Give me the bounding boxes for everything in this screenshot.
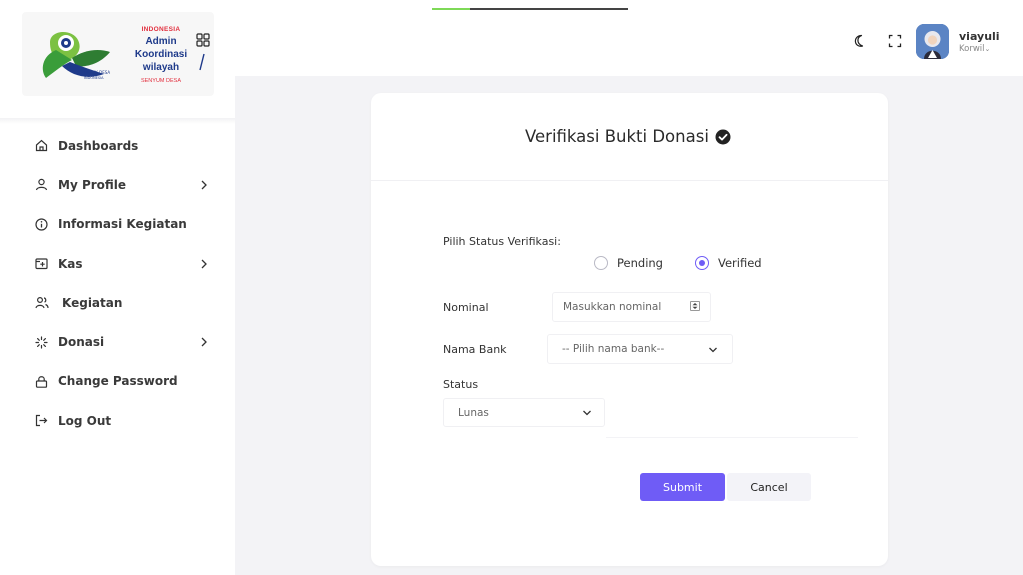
logo-title-admin: Admin [145,36,177,47]
card-divider [371,180,888,181]
chevron-right-icon [201,337,207,347]
status-value: Lunas [458,406,489,419]
sidebar-menu: Dashboards My Profile Informasi Kegiatan… [0,126,235,440]
submit-button[interactable]: Submit [640,473,725,501]
lock-icon [34,374,49,389]
info-icon [34,217,49,232]
slash-icon [199,53,205,71]
user-role[interactable]: Korwil⌄ [959,44,990,54]
card-title-wrap: Verifikasi Bukti Donasi [525,127,731,146]
chevron-down-icon [583,410,591,416]
user-name[interactable]: viayuli [959,30,1000,43]
sidebar-item-label: Dashboards [58,138,139,153]
sidebar-item-donasi[interactable]: Donasi [0,322,235,361]
chevron-right-icon [201,180,207,190]
moon-icon[interactable] [852,34,866,48]
radio-verified-circle[interactable] [695,256,709,270]
svg-text:INDONESIA: INDONESIA [84,76,104,80]
form-divider [606,437,858,438]
status-verification-label: Pilih Status Verifikasi: [443,235,561,248]
users-icon [34,295,49,310]
bank-label: Nama Bank [443,343,507,356]
sidebar-item-kegiatan[interactable]: Kegiatan [0,283,235,322]
sidebar-item-label: Informasi Kegiatan [58,217,187,232]
status-label: Status [443,378,479,391]
sidebar-item-change-password[interactable]: Change Password [0,362,235,401]
home-icon [34,138,49,153]
user-role-text: Korwil [959,44,985,54]
bank-placeholder: -- Pilih nama bank-- [562,343,665,355]
wallet-plus-icon [34,256,49,271]
sidebar: UNTUK DESA INDONESIA INDONESIA Admin Koo… [0,0,235,575]
avatar[interactable] [916,24,949,59]
sidebar-item-log-out[interactable]: Log Out [0,401,235,440]
user-icon [34,177,49,192]
radio-pending-label: Pending [617,256,663,270]
check-circle-icon [715,129,731,144]
top-header [235,0,1023,76]
loader-icon [34,335,49,350]
chevron-right-icon [201,259,207,268]
nominal-placeholder: Masukkan nominal [563,301,662,313]
logo[interactable]: UNTUK DESA INDONESIA INDONESIA Admin Koo… [22,12,214,96]
bird-emblem-icon: UNTUK DESA INDONESIA [42,31,110,80]
sidebar-item-kas[interactable]: Kas [0,244,235,283]
nominal-input[interactable]: Masukkan nominal [552,292,711,322]
grid-menu-icon[interactable] [196,33,210,47]
sidebar-item-label: Kas [58,256,83,271]
logo-text: INDONESIA Admin Koordinasi wilayah SENYU… [120,26,202,84]
radio-pending[interactable]: Pending [594,256,663,270]
fullscreen-icon[interactable] [888,34,902,48]
sidebar-item-label: Change Password [58,374,178,389]
user-avatar-icon [916,24,949,59]
page-title: Verifikasi Bukti Donasi [525,127,709,146]
sidebar-item-label: Donasi [58,335,105,350]
radio-pending-circle[interactable] [594,256,608,270]
sidebar-item-label: Log Out [58,413,112,428]
cancel-button[interactable]: Cancel [727,473,811,501]
sidebar-divider [0,118,235,124]
sidebar-item-my-profile[interactable]: My Profile [0,165,235,204]
logo-tagline: SENYUM DESA [140,78,182,84]
sidebar-item-label: Kegiatan [62,295,123,310]
logo-title-wilayah: wilayah [142,62,180,73]
bank-select[interactable]: -- Pilih nama bank-- [547,334,733,364]
status-select[interactable]: Lunas [443,398,605,427]
logo-title-koordinasi: Koordinasi [134,49,188,60]
logout-icon [34,413,49,428]
nominal-label: Nominal [443,301,489,314]
sidebar-item-informasi-kegiatan[interactable]: Informasi Kegiatan [0,205,235,244]
radio-verified[interactable]: Verified [695,256,762,270]
chevron-down-icon: ⌄ [984,45,991,53]
number-stepper-icon[interactable] [690,301,700,311]
logo-country: INDONESIA [141,26,181,33]
sidebar-item-dashboards[interactable]: Dashboards [0,126,235,165]
top-progress-accent [432,8,470,10]
svg-text:UNTUK DESA: UNTUK DESA [84,70,110,75]
chevron-down-icon [709,347,717,353]
radio-verified-label: Verified [718,256,762,270]
sidebar-item-label: My Profile [58,177,127,192]
